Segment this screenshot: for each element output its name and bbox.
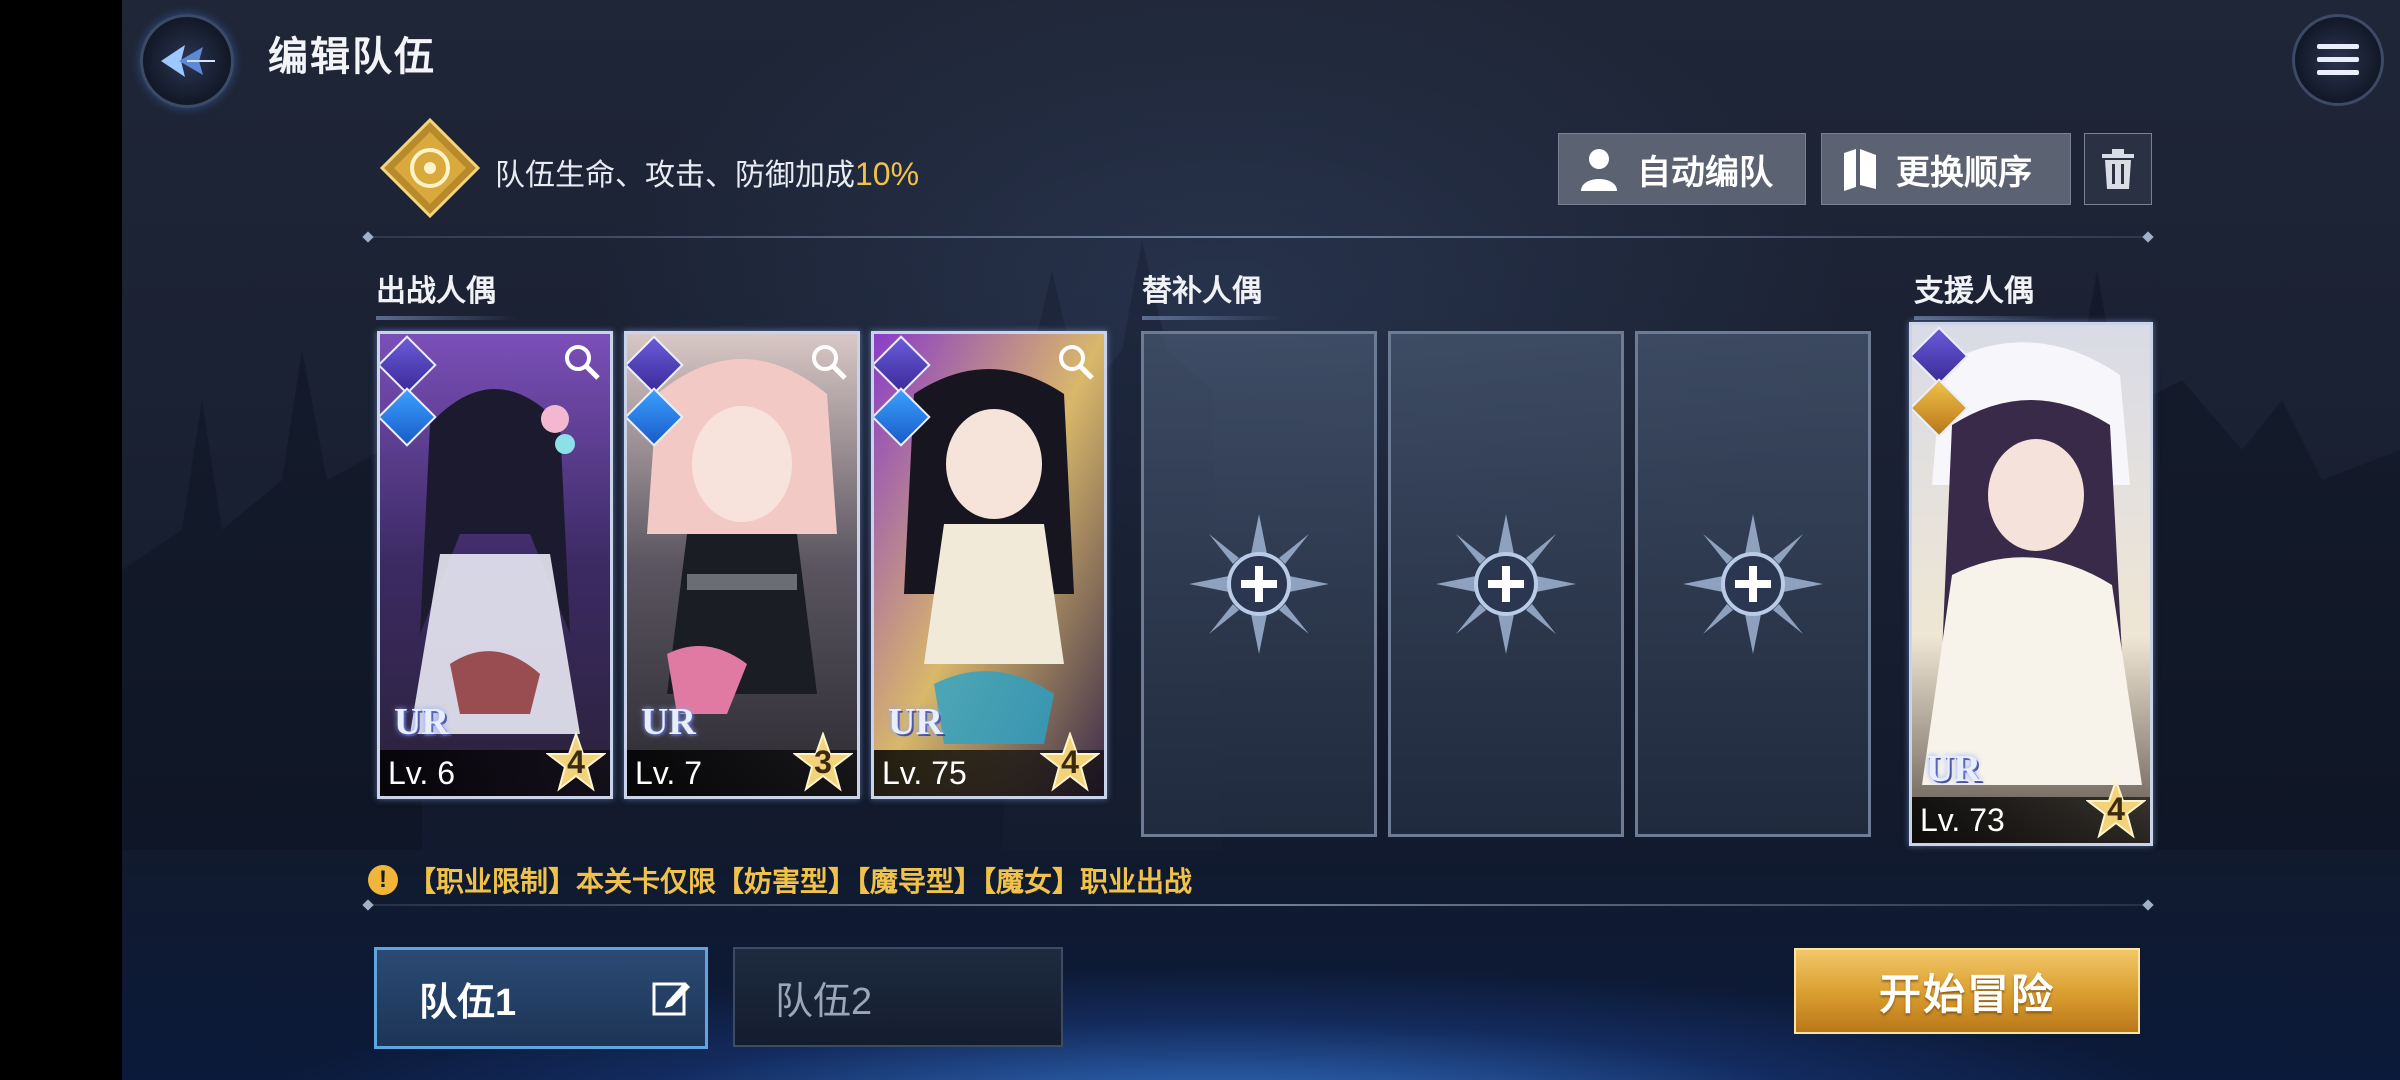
hamburger-menu-icon [2317, 44, 2359, 75]
bottom-divider [368, 904, 2148, 906]
trash-icon [2102, 149, 2134, 189]
left-black-bar [0, 0, 122, 1080]
menu-button[interactable] [2292, 14, 2384, 106]
star-rank-badge: 4 [545, 730, 607, 792]
star-rank-badge: 4 [2085, 777, 2147, 839]
auto-formation-button[interactable]: 自动编队 [1558, 133, 1806, 205]
level-label: Lv. 73 [1920, 802, 2005, 838]
back-button[interactable] [140, 14, 234, 108]
edit-icon[interactable] [651, 978, 691, 1018]
start-adventure-button[interactable]: 开始冒险 [1794, 948, 2140, 1034]
support-section-label: 支援人偶 [1914, 266, 2054, 320]
battle-card-2[interactable]: UR Lv. 7 3 [624, 331, 860, 799]
add-slot-icon [1683, 514, 1823, 654]
star-rank-value: 4 [2107, 791, 2125, 827]
battle-card-3[interactable]: UR Lv. 75 4 [871, 331, 1107, 799]
class-restriction-notice: ! 【职业限制】本关卡仅限【妨害型】【魔导型】【魔女】职业出战 [368, 860, 1192, 900]
team-tab-2-label: 队伍2 [775, 980, 873, 1023]
substitute-slot-2[interactable] [1388, 331, 1624, 837]
auto-formation-label: 自动编队 [1637, 153, 1773, 192]
page-title: 编辑队伍 [268, 35, 436, 79]
add-slot-icon [1436, 514, 1576, 654]
rarity-label: UR [641, 701, 696, 743]
delete-team-button[interactable] [2084, 133, 2152, 205]
team-bonus-text: 队伍生命、攻击、防御加成10% [495, 150, 919, 194]
rarity-label: UR [1926, 748, 1981, 790]
swap-order-icon [1844, 149, 1876, 191]
class-restriction-text: 【职业限制】本关卡仅限【妨害型】【魔导型】【魔女】职业出战 [408, 866, 1193, 897]
star-rank-value: 3 [814, 744, 832, 780]
support-card[interactable]: UR Lv. 73 4 [1909, 322, 2153, 846]
level-label: Lv. 6 [388, 755, 455, 791]
magnify-icon[interactable] [809, 342, 849, 382]
top-divider [368, 236, 2148, 238]
team-tab-1[interactable]: 队伍1 [374, 947, 708, 1049]
star-rank-value: 4 [1061, 744, 1079, 780]
substitute-slot-3[interactable] [1635, 331, 1871, 837]
star-rank-value: 4 [567, 744, 585, 780]
star-rank-badge: 3 [792, 730, 854, 792]
level-label: Lv. 75 [882, 755, 967, 791]
back-arrow-icon [161, 45, 215, 77]
change-order-label: 更换顺序 [1896, 153, 2032, 192]
team-bonus-percent: 10% [855, 156, 920, 192]
change-order-button[interactable]: 更换顺序 [1821, 133, 2071, 205]
team-bonus-emblem-icon [380, 118, 480, 218]
rarity-label: UR [394, 701, 449, 743]
level-label: Lv. 7 [635, 755, 702, 791]
team-bonus-label: 队伍生命、攻击、防御加成 [495, 159, 855, 192]
star-rank-badge: 4 [1039, 730, 1101, 792]
substitute-section-label: 替补人偶 [1142, 266, 1282, 320]
warning-icon: ! [368, 865, 398, 895]
battle-section-label: 出战人偶 [376, 266, 516, 320]
team-tab-1-label: 队伍1 [419, 981, 517, 1024]
magnify-icon[interactable] [1056, 342, 1096, 382]
battle-card-1[interactable]: UR Lv. 6 4 [377, 331, 613, 799]
team-tab-2[interactable]: 队伍2 [733, 947, 1063, 1047]
add-slot-icon [1189, 514, 1329, 654]
magnify-icon[interactable] [562, 342, 602, 382]
person-icon [1581, 149, 1617, 191]
rarity-label: UR [888, 701, 943, 743]
substitute-slot-1[interactable] [1141, 331, 1377, 837]
